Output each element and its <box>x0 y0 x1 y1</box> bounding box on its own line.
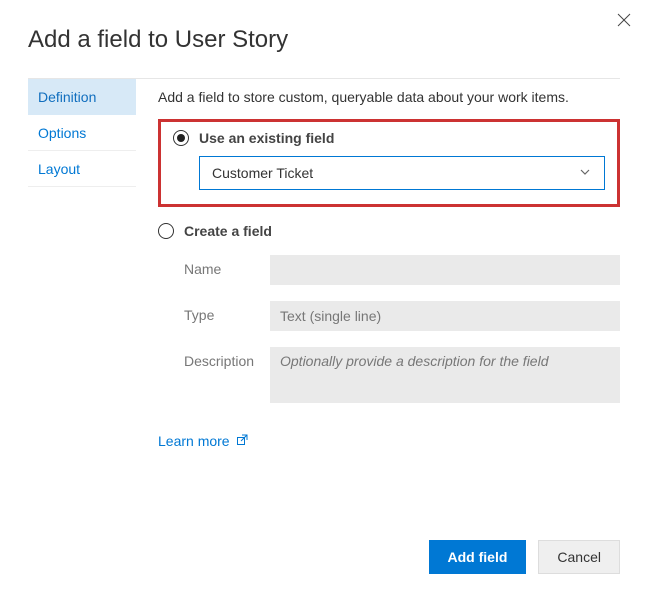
main-panel: Add a field to store custom, queryable d… <box>158 79 620 449</box>
use-existing-section: Use an existing field Customer Ticket <box>158 119 620 207</box>
tab-layout[interactable]: Layout <box>28 151 136 187</box>
add-field-dialog: Add a field to User Story Definition Opt… <box>0 0 648 592</box>
intro-text: Add a field to store custom, queryable d… <box>158 89 620 105</box>
dialog-footer: Add field Cancel <box>429 540 620 574</box>
create-field-label: Create a field <box>184 223 272 239</box>
name-input[interactable] <box>270 255 620 285</box>
side-tabs: Definition Options Layout <box>28 79 136 449</box>
learn-more-label: Learn more <box>158 433 230 449</box>
type-label: Type <box>184 301 270 323</box>
cancel-button[interactable]: Cancel <box>538 540 620 574</box>
existing-field-select[interactable]: Customer Ticket <box>199 156 605 190</box>
chevron-down-icon <box>578 165 592 182</box>
description-label: Description <box>184 347 270 369</box>
close-icon <box>617 13 631 27</box>
description-placeholder: Optionally provide a description for the… <box>280 353 548 369</box>
tab-options[interactable]: Options <box>28 115 136 151</box>
create-field-radio[interactable] <box>158 223 174 239</box>
learn-more-link[interactable]: Learn more <box>158 433 620 449</box>
name-label: Name <box>184 255 270 277</box>
description-textarea[interactable]: Optionally provide a description for the… <box>270 347 620 403</box>
close-button[interactable] <box>612 8 636 32</box>
create-field-section: Create a field Name Type Text (single li… <box>158 223 620 403</box>
external-link-icon <box>236 433 248 449</box>
type-value: Text (single line) <box>280 308 381 324</box>
type-select[interactable]: Text (single line) <box>270 301 620 331</box>
add-field-button[interactable]: Add field <box>429 540 527 574</box>
dialog-title: Add a field to User Story <box>28 26 620 54</box>
use-existing-label: Use an existing field <box>199 130 334 146</box>
use-existing-radio[interactable] <box>173 130 189 146</box>
existing-field-select-value: Customer Ticket <box>212 165 313 181</box>
tab-definition[interactable]: Definition <box>28 79 136 115</box>
